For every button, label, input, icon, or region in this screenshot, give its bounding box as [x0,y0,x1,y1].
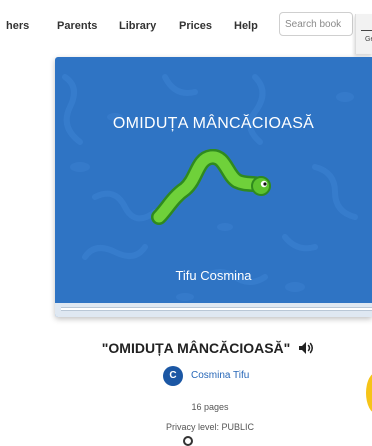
nav-item-help[interactable]: Help [234,20,258,32]
nav-item-parents[interactable]: Parents [57,20,97,32]
speaker-icon[interactable] [298,341,316,358]
author-link[interactable]: Cosmina Tifu [191,370,249,381]
book-title-row: "OMIDUȚA MÂNCĂCIOASĂ" [0,340,372,358]
caterpillar-illustration [151,149,271,225]
side-panel-edge[interactable]: Ge [355,14,372,54]
privacy-level: Privacy level: PUBLIC [165,422,255,432]
cover-title: OMIDUȚA MÂNCĂCIOASĂ [112,115,315,132]
side-panel-label: Ge [365,36,372,43]
nav-item-library[interactable]: Library [119,20,156,32]
book-pages-edge [55,303,372,317]
partial-icon [183,436,193,446]
nav-item-teachers[interactable]: hers [6,20,29,32]
book-cover[interactable]: OMIDUȚA MÂNCĂCIOASĂ Tifu Cosmina [55,57,372,317]
avatar[interactable]: C [163,366,183,386]
cover-author: Tifu Cosmina [175,268,252,283]
divider [361,30,372,31]
search-input[interactable] [279,12,353,36]
page-count: 16 pages [191,402,229,412]
top-nav: hers Parents Library Prices Help Ge [0,0,372,54]
book-title: "OMIDUȚA MÂNCĂCIOASĂ" [101,340,291,356]
nav-item-prices[interactable]: Prices [179,20,212,32]
